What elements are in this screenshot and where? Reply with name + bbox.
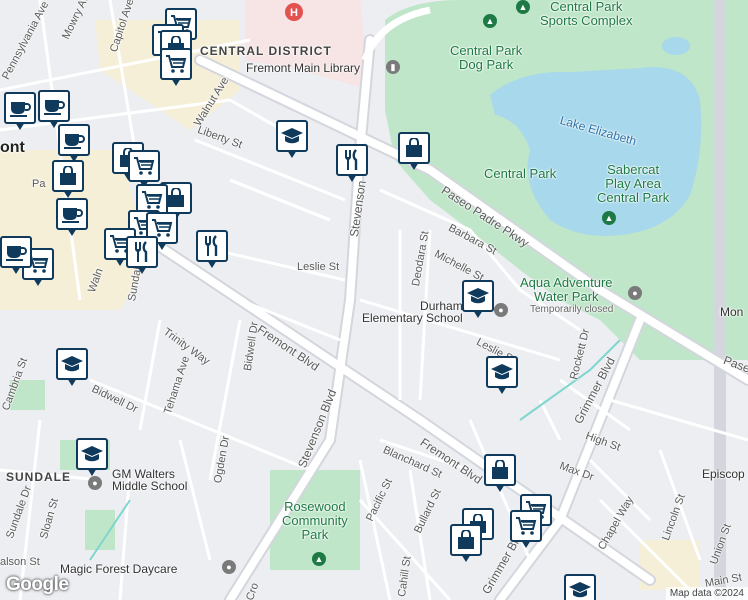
school-marker[interactable] [56, 348, 88, 390]
mortarboard-icon [486, 356, 518, 388]
cart-icon [510, 510, 542, 542]
sabercat-label: Sabercat Play Area Central Park [597, 162, 670, 205]
cup-icon [56, 198, 88, 230]
place-episcopal: Episcop [702, 467, 745, 481]
marker-tail [67, 228, 77, 236]
grocery-marker[interactable] [160, 48, 192, 90]
cup-icon [38, 90, 70, 122]
fork-knife-icon [196, 230, 228, 262]
aqua-temporarily-closed: Temporarily closed [530, 304, 614, 315]
bag-icon [484, 454, 516, 486]
place-central-park: Central Park [484, 166, 557, 181]
google-logo: Google [6, 574, 69, 595]
school-marker[interactable] [76, 438, 108, 480]
marker-tail [461, 554, 471, 562]
mortarboard-icon [276, 120, 308, 152]
marker-tail [15, 122, 25, 130]
marker-tail [473, 310, 483, 318]
park-tree-icon[interactable]: ▲ [483, 14, 497, 28]
place-main-library: Fremont Main Library [246, 61, 361, 75]
marker-tail [115, 258, 125, 266]
shopping-marker[interactable] [484, 454, 516, 496]
cart-icon [128, 150, 160, 182]
cafe-marker[interactable] [56, 198, 88, 240]
svg-text:H: H [290, 7, 298, 19]
shopping-marker[interactable] [398, 132, 430, 174]
street-pa: Pa [32, 178, 46, 190]
marker-tail [137, 266, 147, 274]
place-sabercat: Sabercat Play Area Central Park [597, 163, 669, 205]
area-sundale: SUNDALE [6, 470, 72, 484]
park-tree-icon[interactable]: ▲ [516, 0, 530, 14]
school-pin-icon[interactable]: ● [494, 303, 508, 317]
place-durham-school: Durham Elementary School [362, 300, 463, 324]
cafe-marker[interactable] [0, 236, 32, 278]
marker-tail [497, 386, 507, 394]
restaurant-marker[interactable] [196, 230, 228, 272]
attraction-pin-icon[interactable]: ● [628, 286, 642, 300]
place-rosewood-park: Rosewood Community Park [282, 500, 348, 542]
mortarboard-icon [56, 348, 88, 380]
school-marker[interactable] [564, 574, 596, 600]
marker-tail [33, 278, 43, 286]
gm-walters-label: GM Walters Middle School [112, 467, 188, 493]
cup-icon [4, 92, 36, 124]
place-dog-park: Central Park Dog Park [450, 44, 522, 72]
marker-tail [287, 150, 297, 158]
marker-tail [207, 260, 217, 268]
marker-tail [347, 174, 357, 182]
rosewood-label: Rosewood Community Park [282, 499, 348, 542]
map-canvas[interactable]: H CENTRAL DISTRICT SUNDALE ont Central P… [0, 0, 748, 600]
place-gm-walters: GM Walters Middle School [112, 468, 187, 492]
area-fremont: ont [0, 139, 25, 156]
shopping-marker[interactable] [52, 160, 84, 202]
street-leslie-st: Leslie St [297, 261, 340, 273]
bag-icon [398, 132, 430, 164]
sports-complex-label: Central Park Sports Complex [540, 0, 633, 28]
fork-knife-icon [126, 236, 158, 268]
restaurant-marker[interactable] [126, 236, 158, 278]
cup-icon [0, 236, 32, 268]
marker-tail [521, 540, 531, 548]
shopping-marker[interactable] [450, 524, 482, 566]
place-mon: Mon [720, 305, 744, 319]
cafe-marker[interactable] [4, 92, 36, 134]
dog-park-label: Central Park Dog Park [450, 43, 523, 72]
marker-tail [67, 378, 77, 386]
place-aqua-adventure: Aqua Adventure Water Park [520, 276, 613, 304]
bag-icon [450, 524, 482, 556]
cup-icon [58, 124, 90, 156]
school-marker[interactable] [276, 120, 308, 162]
grocery-marker[interactable] [510, 510, 542, 552]
place-magic-forest: Magic Forest Daycare [60, 562, 178, 576]
marker-tail [11, 266, 21, 274]
aqua-adventure-label: Aqua Adventure Water Park [520, 275, 613, 304]
mortarboard-icon [76, 438, 108, 470]
cart-icon [160, 48, 192, 80]
marker-tail [495, 484, 505, 492]
school-marker[interactable] [486, 356, 518, 398]
fork-knife-icon [336, 144, 368, 176]
durham-label: Durham Elementary School [362, 299, 463, 325]
area-central-district: CENTRAL DISTRICT [200, 44, 332, 58]
school-marker[interactable] [462, 280, 494, 322]
marker-tail [157, 242, 167, 250]
daycare-pin-icon[interactable]: ● [222, 560, 236, 574]
bag-icon [52, 160, 84, 192]
place-sports-complex: Central Park Sports Complex [540, 0, 632, 28]
map-attribution: Map data ©2024 [665, 587, 748, 600]
marker-tail [409, 162, 419, 170]
library-book-icon[interactable]: ▮ [386, 60, 400, 74]
restaurant-marker[interactable] [336, 144, 368, 186]
park-tree-icon[interactable]: ▲ [312, 552, 326, 566]
park-tree-icon[interactable]: ▲ [602, 211, 616, 225]
mortarboard-icon [564, 574, 596, 600]
marker-tail [87, 468, 97, 476]
mortarboard-icon [462, 280, 494, 312]
marker-tail [171, 78, 181, 86]
street-alson: alson St [0, 556, 40, 568]
marker-tail [63, 190, 73, 198]
